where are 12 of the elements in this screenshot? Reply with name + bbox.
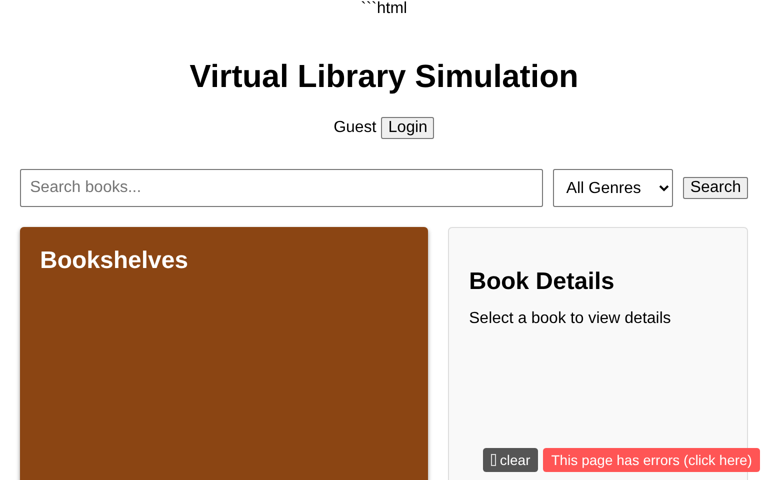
page-title: Virtual Library Simulation <box>188 58 580 95</box>
login-button[interactable]: Login <box>381 117 434 139</box>
details-message: Select a book to view details <box>469 310 672 328</box>
search-field[interactable]: Search books... <box>20 169 544 207</box>
guest-label: Guest <box>334 119 376 137</box>
bookshelves-heading: Bookshelves <box>40 247 188 275</box>
code-fence-text: ```html <box>360 0 408 18</box>
genre-dropdown[interactable]: All Genres <box>553 169 674 207</box>
clear-button[interactable]: clear <box>482 448 538 472</box>
missing-glyph-icon <box>490 454 496 466</box>
search-button[interactable]: Search <box>683 177 748 199</box>
book-details-heading: Book Details <box>469 268 614 296</box>
